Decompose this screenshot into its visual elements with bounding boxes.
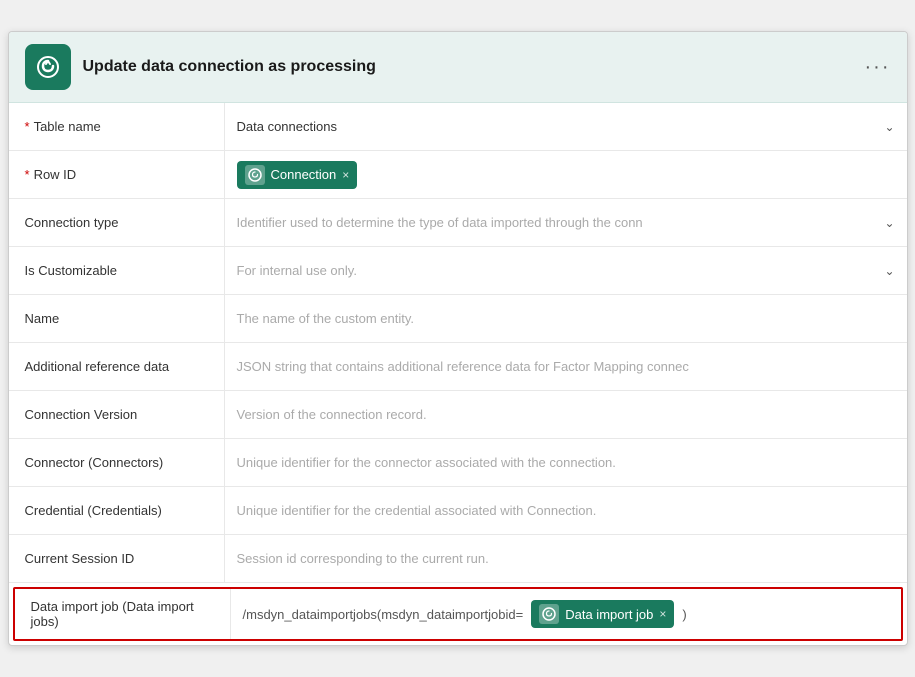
- connector-connectors-label: Connector (Connectors): [9, 439, 224, 486]
- data-import-job-tag: Data import job ×: [531, 600, 674, 628]
- table-name-value: Data connections: [237, 119, 337, 134]
- additional-reference-data-row: Additional reference data JSON string th…: [9, 343, 907, 391]
- connection-type-field[interactable]: Identifier used to determine the type of…: [224, 199, 907, 246]
- connection-tag-label: Connection: [271, 167, 337, 182]
- form-content: * Table name Data connections ⌄ * Row ID: [9, 103, 907, 641]
- row-id-required-star: *: [25, 167, 30, 182]
- is-customizable-dropdown-arrow[interactable]: ⌄: [884, 264, 894, 278]
- current-session-id-row: Current Session ID Session id correspond…: [9, 535, 907, 583]
- name-row: Name The name of the custom entity.: [9, 295, 907, 343]
- is-customizable-label: Is Customizable: [9, 247, 224, 294]
- connection-version-placeholder: Version of the connection record.: [237, 407, 427, 422]
- connection-tag-close[interactable]: ×: [342, 168, 349, 182]
- row-id-row: * Row ID Connection ×: [9, 151, 907, 199]
- row-id-label: * Row ID: [9, 151, 224, 198]
- current-session-id-field[interactable]: Session id corresponding to the current …: [224, 535, 907, 582]
- connector-connectors-field[interactable]: Unique identifier for the connector asso…: [224, 439, 907, 486]
- connection-type-placeholder: Identifier used to determine the type of…: [237, 215, 643, 230]
- connection-tag-icon: [245, 165, 265, 185]
- name-placeholder: The name of the custom entity.: [237, 311, 415, 326]
- data-import-job-input-container: /msdyn_dataimportjobs(msdyn_dataimportjo…: [243, 600, 889, 628]
- name-label: Name: [9, 295, 224, 342]
- data-import-job-tag-close[interactable]: ×: [659, 607, 666, 621]
- connection-tag: Connection ×: [237, 161, 358, 189]
- connector-connectors-row: Connector (Connectors) Unique identifier…: [9, 439, 907, 487]
- header: Update data connection as processing ···: [9, 32, 907, 103]
- credential-credentials-placeholder: Unique identifier for the credential ass…: [237, 503, 597, 518]
- header-left: Update data connection as processing: [25, 44, 376, 90]
- data-import-job-row-highlighted: Data import job (Data import jobs) /msdy…: [13, 587, 903, 641]
- table-name-field[interactable]: Data connections ⌄: [224, 103, 907, 150]
- credential-credentials-field[interactable]: Unique identifier for the credential ass…: [224, 487, 907, 534]
- connection-type-dropdown-arrow[interactable]: ⌄: [884, 216, 894, 230]
- data-import-job-suffix: ): [682, 607, 686, 622]
- app-logo: [25, 44, 71, 90]
- table-name-row: * Table name Data connections ⌄: [9, 103, 907, 151]
- table-name-required-star: *: [25, 119, 30, 134]
- is-customizable-row: Is Customizable For internal use only. ⌄: [9, 247, 907, 295]
- data-import-job-tag-icon: [539, 604, 559, 624]
- data-import-job-field[interactable]: /msdyn_dataimportjobs(msdyn_dataimportjo…: [230, 589, 901, 639]
- additional-reference-data-label: Additional reference data: [9, 343, 224, 390]
- table-name-label: * Table name: [9, 103, 224, 150]
- is-customizable-field[interactable]: For internal use only. ⌄: [224, 247, 907, 294]
- data-import-job-label: Data import job (Data import jobs): [15, 589, 230, 639]
- data-import-job-prefix: /msdyn_dataimportjobs(msdyn_dataimportjo…: [243, 607, 524, 622]
- connection-version-row: Connection Version Version of the connec…: [9, 391, 907, 439]
- page-title: Update data connection as processing: [83, 58, 376, 76]
- name-field[interactable]: The name of the custom entity.: [224, 295, 907, 342]
- credential-credentials-row: Credential (Credentials) Unique identifi…: [9, 487, 907, 535]
- connection-type-row: Connection type Identifier used to deter…: [9, 199, 907, 247]
- additional-reference-data-placeholder: JSON string that contains additional ref…: [237, 359, 689, 374]
- additional-reference-data-field[interactable]: JSON string that contains additional ref…: [224, 343, 907, 390]
- is-customizable-placeholder: For internal use only.: [237, 263, 357, 278]
- row-id-field[interactable]: Connection ×: [224, 151, 907, 198]
- data-import-job-tag-label: Data import job: [565, 607, 653, 622]
- connection-type-label: Connection type: [9, 199, 224, 246]
- main-card: Update data connection as processing ···…: [8, 31, 908, 646]
- current-session-id-label: Current Session ID: [9, 535, 224, 582]
- table-name-dropdown-arrow[interactable]: ⌄: [884, 120, 894, 134]
- more-options-button[interactable]: ···: [865, 56, 891, 79]
- connector-connectors-placeholder: Unique identifier for the connector asso…: [237, 455, 616, 470]
- connection-version-label: Connection Version: [9, 391, 224, 438]
- current-session-id-placeholder: Session id corresponding to the current …: [237, 551, 489, 566]
- connection-version-field[interactable]: Version of the connection record.: [224, 391, 907, 438]
- credential-credentials-label: Credential (Credentials): [9, 487, 224, 534]
